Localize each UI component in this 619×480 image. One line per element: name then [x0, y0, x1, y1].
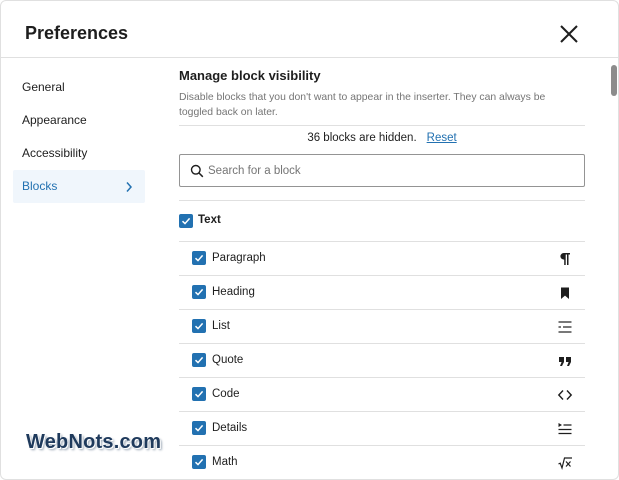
- quote-icon: [559, 357, 571, 366]
- block-checkbox-list[interactable]: [192, 319, 206, 333]
- block-label-details: Details: [212, 422, 248, 434]
- section-title: Manage block visibility: [179, 68, 321, 83]
- checkmark-icon: [181, 217, 191, 225]
- details-icon: [558, 423, 572, 435]
- sidebar-item-general[interactable]: General: [13, 71, 145, 104]
- checkmark-icon: [194, 288, 204, 296]
- sidebar-item-appearance[interactable]: Appearance: [13, 104, 145, 137]
- section-description: Disable blocks that you don't want to ap…: [179, 92, 546, 118]
- search-icon: [190, 164, 204, 178]
- category-checkbox-text[interactable]: [179, 214, 193, 228]
- modal-title: Preferences: [25, 23, 129, 43]
- block-checkbox-quote[interactable]: [192, 353, 206, 367]
- block-checkbox-details[interactable]: [192, 421, 206, 435]
- scrollbar-thumb[interactable]: [611, 65, 617, 96]
- scrollbar-track[interactable]: [610, 63, 618, 479]
- code-icon: [557, 390, 573, 400]
- block-row-heading: Heading: [179, 275, 585, 309]
- block-checkbox-paragraph[interactable]: [192, 251, 206, 265]
- checkmark-icon: [194, 424, 204, 432]
- block-label-code: Code: [212, 388, 240, 400]
- bookmark-icon: [561, 287, 569, 299]
- preferences-modal: Preferences General Appearance Accessibi…: [0, 0, 619, 480]
- preferences-sidebar: General Appearance Accessibility Blocks: [13, 71, 145, 203]
- search-input[interactable]: [208, 155, 578, 186]
- reset-link[interactable]: Reset: [427, 132, 457, 144]
- checkmark-icon: [194, 322, 204, 330]
- block-row-paragraph: Paragraph: [179, 241, 585, 275]
- block-row-list: List: [179, 309, 585, 343]
- checkmark-icon: [194, 390, 204, 398]
- sidebar-item-blocks[interactable]: Blocks: [13, 170, 145, 203]
- block-label-quote: Quote: [212, 354, 244, 366]
- block-checkbox-heading[interactable]: [192, 285, 206, 299]
- divider: [179, 200, 585, 201]
- block-label-list: List: [212, 320, 230, 332]
- block-row-quote: Quote: [179, 343, 585, 377]
- list-icon: [558, 321, 572, 333]
- math-icon: [558, 457, 572, 471]
- hidden-blocks-status: 36 blocks are hidden. Reset: [179, 132, 585, 148]
- block-checkbox-math[interactable]: [192, 455, 206, 469]
- checkmark-icon: [194, 254, 204, 262]
- divider: [179, 125, 585, 126]
- checkmark-icon: [194, 458, 204, 466]
- chevron-right-icon: [126, 182, 133, 192]
- search-box: [179, 154, 585, 187]
- block-label-math: Math: [212, 456, 238, 468]
- category-label-text: Text: [198, 214, 221, 226]
- block-row-code: Code: [179, 377, 585, 411]
- modal-header: Preferences: [1, 1, 618, 58]
- block-row-details: Details: [179, 411, 585, 445]
- checkmark-icon: [194, 356, 204, 364]
- block-row-math: Math: [179, 445, 585, 479]
- close-x-icon: [560, 25, 578, 43]
- block-label-heading: Heading: [212, 286, 255, 298]
- hidden-count-text: 36 blocks are hidden.: [307, 132, 417, 144]
- close-button[interactable]: [556, 21, 582, 47]
- sidebar-item-label: Blocks: [22, 179, 58, 193]
- block-label-paragraph: Paragraph: [212, 252, 266, 264]
- block-checkbox-code[interactable]: [192, 387, 206, 401]
- sidebar-item-accessibility[interactable]: Accessibility: [13, 137, 145, 170]
- paragraph-icon: [560, 253, 570, 265]
- watermark-logo: WebNots.com: [26, 431, 162, 453]
